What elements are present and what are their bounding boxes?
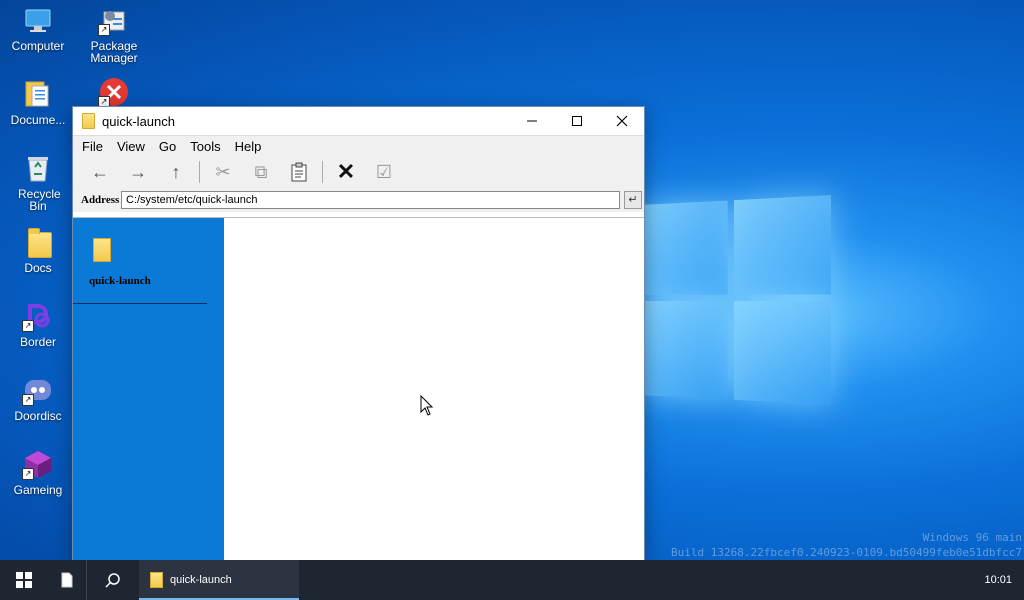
folder-info-panel: quick-launch — [73, 218, 224, 562]
start-button[interactable] — [0, 560, 48, 600]
menu-tools[interactable]: Tools — [183, 139, 227, 154]
current-folder-name: quick-launch — [89, 275, 151, 287]
watermark-line-2: Build 13268.22fbcef0.240923-0109.bd50499… — [671, 545, 1022, 560]
taskbar-item-quick-launch[interactable]: quick-launch — [139, 560, 299, 600]
search-button[interactable] — [87, 560, 139, 600]
paste-button[interactable] — [280, 158, 318, 186]
taskbar-clock[interactable]: 10:01 — [984, 560, 1012, 600]
menu-go[interactable]: Go — [152, 139, 183, 154]
forward-button[interactable]: → — [119, 158, 157, 186]
cut-button[interactable]: ✂ — [204, 158, 242, 186]
paste-icon — [290, 162, 308, 182]
desktop-icon-gameing[interactable]: ↗ Gameing — [2, 448, 74, 496]
file-explorer-window[interactable]: quick-launch File View Go Tools Help ← →… — [72, 106, 645, 562]
doordisc-icon: ↗ — [22, 374, 54, 406]
delete-icon: ✕ — [337, 159, 355, 185]
explorer-content: quick-launch — [73, 217, 644, 562]
back-arrow-icon: ← — [91, 162, 109, 183]
folder-icon — [82, 113, 95, 129]
error-icon: ↗ — [98, 76, 130, 108]
go-button[interactable]: ↵ — [624, 191, 642, 209]
recycle-bin-icon — [22, 152, 54, 184]
maximize-button[interactable] — [554, 107, 599, 135]
folder-icon — [150, 572, 163, 588]
window-titlebar[interactable]: quick-launch — [73, 107, 644, 135]
maximize-icon — [571, 115, 583, 127]
toolbar: ← → ↑ ✂ ⧉ ✕ ☑ — [73, 156, 644, 188]
file-icon — [61, 572, 73, 588]
package-manager-icon: ↗ — [98, 4, 130, 36]
checkbox-icon: ☑ — [376, 162, 392, 183]
window-title: quick-launch — [102, 114, 175, 129]
panel-divider — [73, 303, 207, 304]
border-app-icon: ↗ — [22, 300, 54, 332]
desktop-icon-docs[interactable]: Docs — [2, 226, 74, 274]
close-button[interactable] — [599, 107, 644, 135]
close-icon — [616, 115, 628, 127]
menu-bar: File View Go Tools Help — [73, 135, 644, 156]
computer-icon — [22, 4, 54, 36]
address-label: Address — [81, 194, 121, 206]
file-list-area[interactable] — [224, 218, 644, 562]
copy-icon: ⧉ — [255, 162, 268, 183]
toolbar-separator — [199, 161, 200, 183]
windows-logo-wallpaper — [640, 195, 831, 405]
windows-start-icon — [16, 572, 32, 588]
go-arrow-icon: ↵ — [628, 194, 637, 206]
select-button[interactable]: ☑ — [365, 158, 403, 186]
desktop-icon-border[interactable]: ↗ Border — [2, 300, 74, 348]
taskbar-item-label: quick-launch — [170, 574, 232, 586]
desktop-icon-doordisc[interactable]: ↗ Doordisc — [2, 374, 74, 422]
menu-help[interactable]: Help — [228, 139, 269, 154]
taskbar-file-button[interactable] — [48, 560, 86, 600]
cut-icon: ✂ — [215, 162, 230, 183]
toolbar-separator — [322, 161, 323, 183]
folder-icon — [93, 238, 111, 262]
taskbar: quick-launch 10:01 — [0, 560, 1024, 600]
minimize-button[interactable] — [509, 107, 554, 135]
desktop-icon-recycle-bin[interactable]: Recycle Bin — [2, 152, 74, 212]
mouse-cursor-icon — [420, 395, 434, 417]
up-button[interactable]: ↑ — [157, 158, 195, 186]
desktop-icon-package-manager[interactable]: ↗ Package Manager — [78, 4, 150, 64]
folder-icon — [22, 226, 54, 258]
up-arrow-icon: ↑ — [172, 162, 181, 183]
desktop-icon-documents[interactable]: Docume... — [2, 78, 74, 126]
minimize-icon — [526, 115, 538, 127]
delete-button[interactable]: ✕ — [327, 158, 365, 186]
gameing-icon: ↗ — [22, 448, 54, 480]
desktop-icon-computer[interactable]: Computer — [2, 4, 74, 52]
documents-icon — [22, 78, 54, 110]
menu-file[interactable]: File — [75, 139, 110, 154]
forward-arrow-icon: → — [129, 162, 147, 183]
address-bar: Address C:/system/etc/quick-launch ↵ — [73, 188, 644, 212]
search-icon — [105, 572, 121, 588]
back-button[interactable]: ← — [81, 158, 119, 186]
address-input[interactable]: C:/system/etc/quick-launch — [121, 191, 620, 209]
copy-button[interactable]: ⧉ — [242, 158, 280, 186]
menu-view[interactable]: View — [110, 139, 152, 154]
watermark-line-1: Windows 96 main — [671, 530, 1022, 545]
build-watermark: Windows 96 main Build 13268.22fbcef0.240… — [671, 530, 1022, 560]
